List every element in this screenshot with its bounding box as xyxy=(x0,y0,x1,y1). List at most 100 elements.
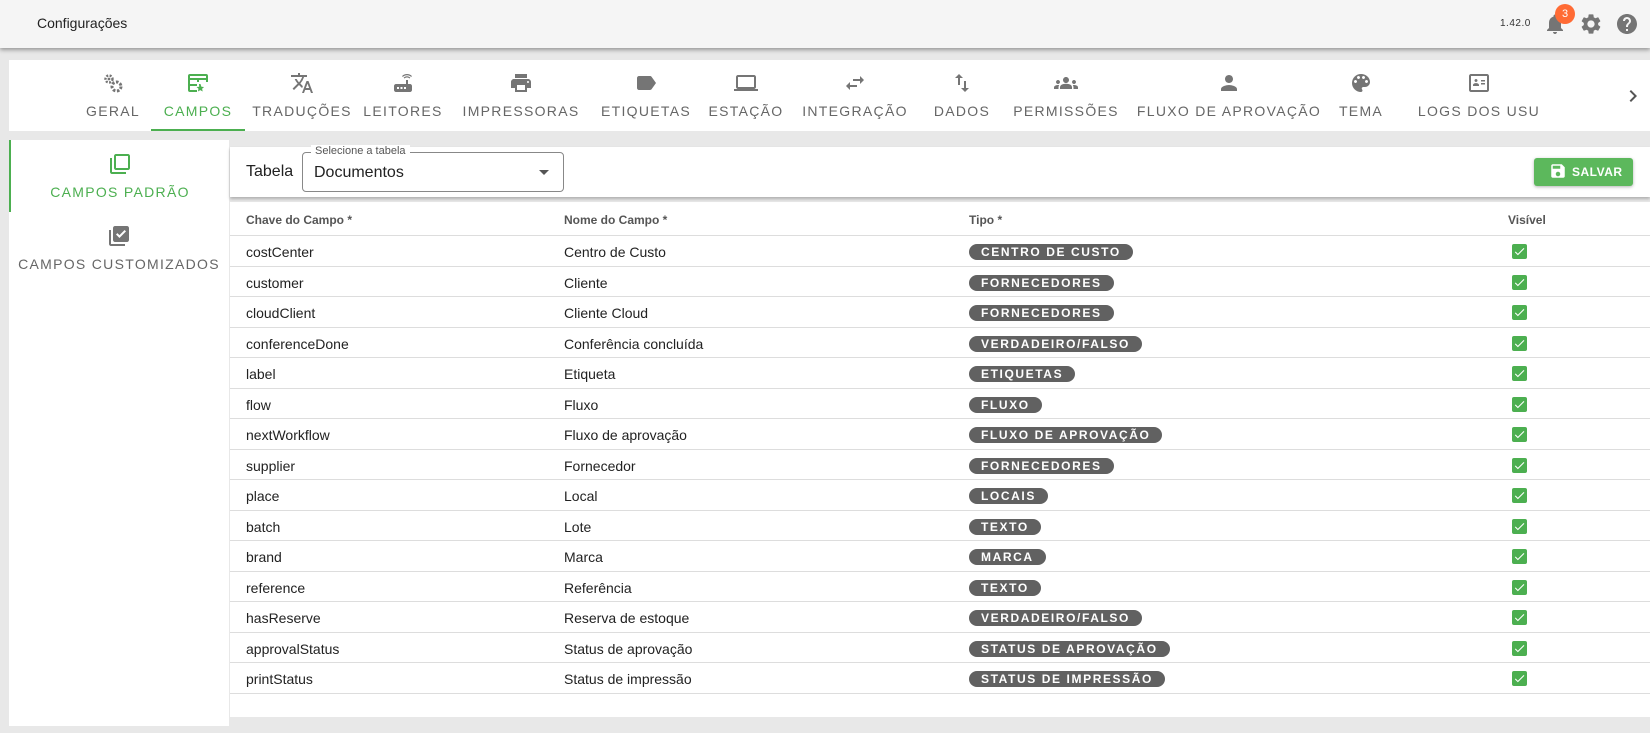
field-name: Fluxo de aprovação xyxy=(564,427,687,443)
table-row[interactable]: label Etiqueta ETIQUETAS xyxy=(230,358,1650,389)
type-chip: FLUXO xyxy=(969,396,1042,413)
field-name: Conferência concluída xyxy=(564,335,704,352)
table-row[interactable]: approvalStatus Status de aprovação STATUS … xyxy=(230,633,1650,663)
printer-icon xyxy=(509,71,533,95)
tab-label: GERAL xyxy=(86,103,140,119)
check-icon xyxy=(1514,553,1525,561)
tab-label: ESTAÇÃO xyxy=(708,103,784,119)
table-row[interactable]: customer Cliente FORNECEDORES xyxy=(230,267,1650,297)
tab-geral[interactable]: GERAL xyxy=(71,60,155,131)
type-chip: FLUXO DE APROVAÇÃO xyxy=(969,427,1163,443)
side-nav: CAMPOS PADRÃO CAMPOS CUSTOMIZADOS xyxy=(9,140,229,726)
gear-icon[interactable] xyxy=(1579,12,1603,36)
chevron-right-icon[interactable] xyxy=(1621,84,1645,108)
field-name: Fornecedor xyxy=(564,457,636,474)
tab-tema[interactable]: TEMA xyxy=(1329,60,1393,131)
type-chip: STATUS DE APROVAÇÃO xyxy=(969,640,1170,657)
table-row[interactable]: reference Referência TEXTO xyxy=(230,572,1650,602)
import-export-icon xyxy=(950,71,974,95)
save-button[interactable]: SALVAR xyxy=(1534,158,1633,186)
tab-integracao[interactable]: INTEGRAÇÃO xyxy=(797,60,913,131)
table-row[interactable]: conferenceDone Conferência concluída VERDA… xyxy=(230,328,1650,358)
table-row[interactable]: supplier Fornecedor FORNECEDORES xyxy=(230,450,1650,480)
visible-checkbox[interactable] xyxy=(1512,274,1527,290)
tab-leitores[interactable]: LEITORES xyxy=(359,60,447,131)
save-icon xyxy=(1551,164,1565,178)
visible-checkbox[interactable] xyxy=(1512,427,1527,442)
type-chip: FORNECEDORES xyxy=(969,274,1114,291)
visible-checkbox[interactable] xyxy=(1512,671,1527,686)
caret-down-icon xyxy=(539,170,549,175)
translate-icon xyxy=(290,71,314,95)
field-name: Status de aprovação xyxy=(564,640,693,657)
visible-checkbox[interactable] xyxy=(1512,457,1527,473)
field-key: nextWorkflow xyxy=(246,427,330,443)
tab-estacao[interactable]: ESTAÇÃO xyxy=(704,60,788,131)
tab-impressoras[interactable]: IMPRESSORAS xyxy=(455,60,587,131)
table-label: Tabela xyxy=(246,163,294,180)
visible-checkbox[interactable] xyxy=(1512,244,1527,259)
field-name: Centro de Custo xyxy=(564,244,666,260)
header-visible: Visível xyxy=(1508,213,1546,227)
table-row[interactable]: printStatus Status de impressão STATUS DE … xyxy=(230,663,1650,694)
visible-checkbox[interactable] xyxy=(1512,640,1527,656)
tab-campos[interactable]: CAMPOS xyxy=(151,60,245,131)
help-icon[interactable] xyxy=(1615,12,1639,36)
tab-label: LEITORES xyxy=(363,103,443,119)
field-key: hasReserve xyxy=(246,610,321,626)
type-chip: FORNECEDORES xyxy=(969,457,1114,474)
table-row[interactable]: batch Lote TEXTO xyxy=(230,511,1650,541)
field-key: customer xyxy=(246,274,304,291)
visible-checkbox[interactable] xyxy=(1512,305,1527,320)
notification-badge: 3 xyxy=(1555,4,1575,24)
tab-dados[interactable]: DADOS xyxy=(927,60,997,131)
tab-label: FLUXO DE APROVAÇÃO xyxy=(1136,103,1322,119)
page-title: Configurações xyxy=(37,15,128,31)
type-chip: LOCAIS xyxy=(969,488,1048,504)
visible-checkbox[interactable] xyxy=(1512,335,1527,351)
label-icon xyxy=(634,71,658,95)
visible-checkbox[interactable] xyxy=(1512,396,1527,412)
visible-checkbox[interactable] xyxy=(1512,488,1527,503)
table-row[interactable]: brand Marca MARCA xyxy=(230,541,1650,572)
table-row[interactable]: flow Fluxo FLUXO xyxy=(230,389,1650,419)
select-legend: Selecione a tabela xyxy=(311,145,410,157)
field-key: place xyxy=(246,488,280,504)
tab-traducoes[interactable]: TRADUÇÕES xyxy=(247,60,357,131)
type-chip: TEXTO xyxy=(969,579,1041,596)
type-chip: STATUS DE IMPRESSÃO xyxy=(969,671,1165,687)
visible-checkbox[interactable] xyxy=(1512,579,1527,595)
tab-fluxo-de-aprovacao[interactable]: FLUXO DE APROVAÇÃO xyxy=(1135,60,1323,131)
visible-checkbox[interactable] xyxy=(1512,549,1527,564)
table-row[interactable]: place Local LOCAIS xyxy=(230,480,1650,511)
visible-checkbox[interactable] xyxy=(1512,610,1527,625)
group-icon xyxy=(1054,71,1078,95)
field-name: Fluxo xyxy=(564,396,599,413)
sidenav-item-campos-customizados[interactable]: CAMPOS CUSTOMIZADOS xyxy=(9,212,229,284)
type-chip: VERDADEIRO/FALSO xyxy=(969,335,1142,352)
tab-etiquetas[interactable]: ETIQUETAS xyxy=(591,60,701,131)
table-row[interactable]: nextWorkflow Fluxo de aprovação FLUXO DE A… xyxy=(230,419,1650,450)
visible-checkbox[interactable] xyxy=(1512,518,1527,534)
tab-permissoes[interactable]: PERMISSÕES xyxy=(1013,60,1119,131)
table-select[interactable]: Selecione a tabela Documentos xyxy=(302,145,564,192)
table-header: Chave do Campo * Nome do Campo * Tipo * … xyxy=(230,202,1650,236)
table-edit-icon xyxy=(186,71,210,95)
field-key: flow xyxy=(246,396,271,413)
tab-logs-dos-usuarios[interactable]: LOGS DOS USU xyxy=(1409,60,1549,131)
table-row[interactable]: costCenter Centro de Custo CENTRO DE CUSTO xyxy=(230,236,1650,267)
table-row[interactable]: cloudClient Cliente Cloud FORNECEDORES xyxy=(230,297,1650,328)
check-icon xyxy=(1514,248,1525,256)
check-icon xyxy=(1514,309,1525,317)
tab-label: LOGS DOS USU xyxy=(1417,103,1541,119)
field-key: printStatus xyxy=(246,671,313,687)
header-type: Tipo * xyxy=(969,213,1003,227)
table-row[interactable]: hasReserve Reserva de estoque VERDADEIRO/F… xyxy=(230,602,1650,633)
field-key: supplier xyxy=(246,457,296,474)
check-icon xyxy=(1514,522,1525,530)
field-key: label xyxy=(246,366,276,382)
visible-checkbox[interactable] xyxy=(1512,366,1527,381)
check-icon xyxy=(1514,339,1525,347)
sidenav-item-campos-padrao[interactable]: CAMPOS PADRÃO xyxy=(9,140,229,212)
field-key: costCenter xyxy=(246,244,314,260)
